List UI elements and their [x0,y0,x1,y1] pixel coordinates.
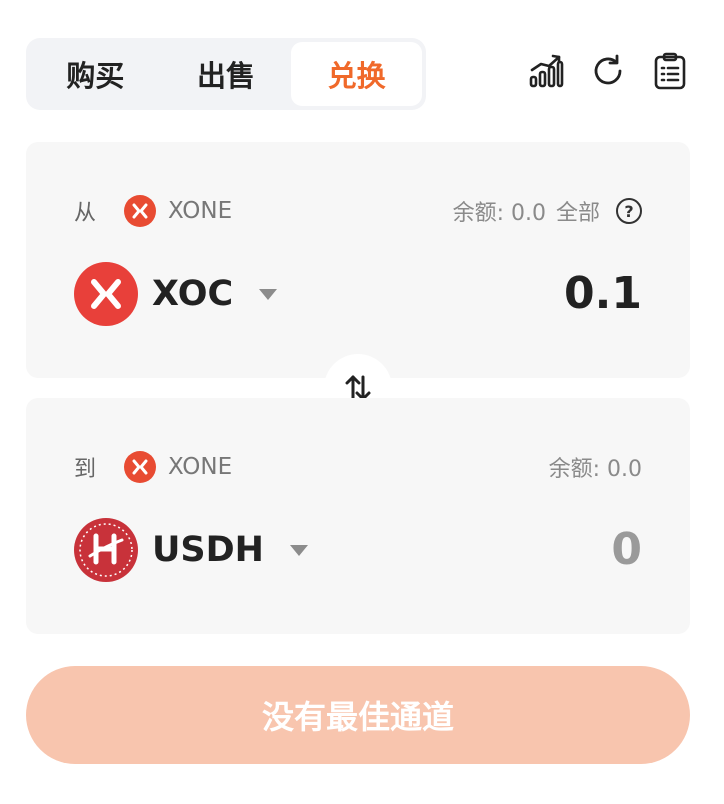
help-icon[interactable]: ? [616,198,642,224]
max-all-button[interactable]: 全部 [556,195,600,227]
tab-swap[interactable]: 兑换 [291,42,423,106]
chevron-down-icon [289,544,308,556]
toolbar [528,52,688,90]
to-panel: 到 XONE 余额: 0.0 USDH 0 [26,398,690,634]
to-token-selector[interactable]: USDH [74,518,308,582]
refresh-icon[interactable] [590,52,626,90]
tab-buy[interactable]: 购买 [30,42,161,106]
tab-sell[interactable]: 出售 [161,42,292,106]
from-balance: 余额: 0.0 [452,201,546,226]
to-amount-output: 0 [611,524,642,575]
from-amount-input[interactable]: 0.1 [564,260,642,328]
chevron-down-icon [259,288,278,300]
no-route-button[interactable]: 没有最佳通道 [26,666,690,764]
usdh-token-icon [74,518,138,582]
clipboard-icon[interactable] [652,52,688,90]
from-token-symbol: XOC [152,274,234,314]
from-balance-row: 余额: 0.0 全部 ? [453,194,642,228]
trade-tabs: 购买 出售 兑换 [26,38,426,110]
xone-chain-icon [124,195,156,227]
xone-chain-icon [124,451,156,483]
from-chain-name: XONE [168,198,233,224]
to-label: 到 [74,457,97,482]
from-panel: 从 XONE 余额: 0.0 全部 ? XOC 0.1 [26,142,690,378]
from-label: 从 [74,201,97,226]
to-balance-row: 余额: 0.0 [549,450,642,484]
to-token-symbol: USDH [152,530,264,570]
from-token-selector[interactable]: XOC [74,262,278,326]
chart-icon[interactable] [528,52,564,90]
to-balance: 余额: 0.0 [548,457,642,482]
from-chain-row[interactable]: 从 XONE [74,194,232,228]
xoc-token-icon [74,262,138,326]
to-chain-name: XONE [168,454,233,480]
to-chain-row[interactable]: 到 XONE [74,450,232,484]
